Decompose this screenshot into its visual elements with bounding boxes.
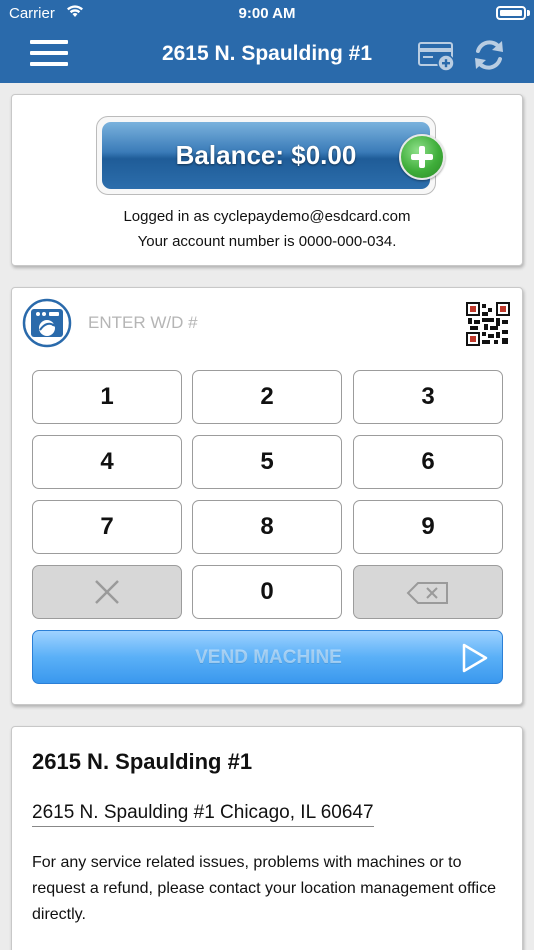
hamburger-menu-icon[interactable]: [30, 40, 68, 66]
keypad-card: 23 1 2 3 4 5 6 7 8 9: [11, 287, 523, 705]
svg-text:23: 23: [52, 319, 61, 328]
keypad-key-0[interactable]: 0: [192, 565, 342, 619]
wd-number-input[interactable]: [88, 312, 388, 334]
play-arrow-icon: [462, 643, 488, 673]
status-time: 9:00 AM: [238, 5, 296, 22]
balance-button[interactable]: Balance: $0.00: [102, 122, 430, 189]
account-number-text: Your account number is 0000-000-034.: [137, 233, 397, 250]
add-card-icon[interactable]: [418, 40, 456, 72]
refresh-icon[interactable]: [472, 38, 506, 72]
close-icon: [95, 580, 119, 604]
qr-code-icon[interactable]: [466, 302, 510, 346]
balance-frame: Balance: $0.00: [96, 116, 436, 195]
status-bar: Carrier 9:00 AM: [0, 0, 534, 28]
location-address-link[interactable]: 2615 N. Spaulding #1 Chicago, IL 60647: [32, 802, 374, 827]
location-card: 2615 N. Spaulding #1 2615 N. Spaulding #…: [11, 726, 523, 950]
vend-machine-button[interactable]: VEND MACHINE: [32, 630, 503, 684]
keypad-key-1[interactable]: 1: [32, 370, 182, 424]
battery-cap: [527, 10, 530, 16]
add-funds-icon[interactable]: [399, 134, 445, 180]
backspace-icon: [406, 582, 448, 604]
top-bar: Carrier 9:00 AM 2615 N. Spaulding #1: [0, 0, 534, 83]
keypad-key-3[interactable]: 3: [353, 370, 503, 424]
vend-machine-label: VEND MACHINE: [195, 647, 342, 668]
clear-button[interactable]: [32, 565, 182, 619]
service-info-text: For any service related issues, problems…: [32, 854, 496, 923]
balance-card: Balance: $0.00 Logged in as cyclepaydemo…: [11, 94, 523, 266]
keypad-key-2[interactable]: 2: [192, 370, 342, 424]
page-title: 2615 N. Spaulding #1: [161, 42, 373, 65]
battery-icon: [496, 6, 526, 20]
washer-dryer-icon: 23: [22, 298, 72, 348]
keypad-key-9[interactable]: 9: [353, 500, 503, 554]
backspace-button[interactable]: [353, 565, 503, 619]
keypad-key-4[interactable]: 4: [32, 435, 182, 489]
keypad-key-8[interactable]: 8: [192, 500, 342, 554]
keypad-key-5[interactable]: 5: [192, 435, 342, 489]
location-title: 2615 N. Spaulding #1: [32, 749, 253, 774]
keypad-key-7[interactable]: 7: [32, 500, 182, 554]
logged-in-text: Logged in as cyclepaydemo@esdcard.com: [123, 208, 411, 225]
keypad-key-6[interactable]: 6: [353, 435, 503, 489]
